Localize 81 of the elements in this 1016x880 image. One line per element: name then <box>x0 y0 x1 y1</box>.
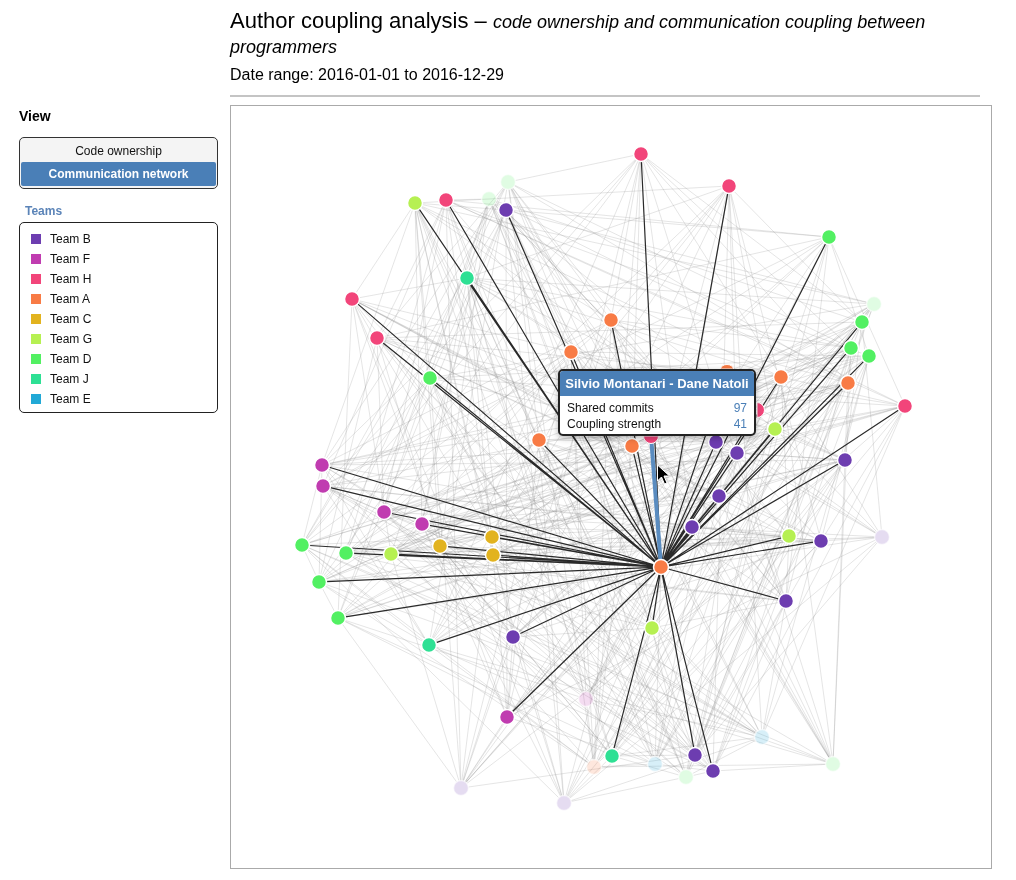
author-node <box>602 311 620 329</box>
tooltip-label: Shared commits <box>567 400 654 417</box>
author-node <box>406 194 424 212</box>
author-node <box>643 619 661 637</box>
team-label: Team C <box>50 312 92 326</box>
author-node <box>483 528 501 546</box>
faded-author-node <box>452 779 470 797</box>
author-node <box>431 537 449 555</box>
author-node <box>413 515 431 533</box>
faded-author-node <box>585 758 603 776</box>
team-label: Team A <box>50 292 91 306</box>
tooltip-title: Silvio Montanari - Dane Natoli <box>560 371 754 396</box>
author-node <box>375 503 393 521</box>
author-node <box>314 477 332 495</box>
author-node <box>853 313 871 331</box>
author-node <box>329 609 347 627</box>
team-label: Team D <box>50 352 92 366</box>
author-node <box>484 546 502 564</box>
author-node <box>839 374 857 392</box>
cursor-icon <box>657 464 670 485</box>
author-node <box>421 369 439 387</box>
author-node <box>632 145 650 163</box>
faded-author-node <box>824 755 842 773</box>
team-label: Team H <box>50 272 92 286</box>
author-node <box>562 343 580 361</box>
author-node <box>437 191 455 209</box>
author-node <box>683 518 701 536</box>
author-node <box>313 456 331 474</box>
author-node <box>343 290 361 308</box>
author-node <box>603 747 621 765</box>
tooltip-value: 97 <box>733 400 747 417</box>
author-node <box>458 269 476 287</box>
author-node <box>812 532 830 550</box>
author-node <box>772 368 790 386</box>
teams-heading: Teams <box>25 203 63 219</box>
faded-author-node <box>677 768 695 786</box>
author-node <box>836 451 854 469</box>
author-node <box>623 437 641 455</box>
author-node <box>504 628 522 646</box>
author-node <box>382 545 400 563</box>
team-label: Team F <box>50 252 90 266</box>
faded-author-node <box>577 690 595 708</box>
author-node <box>704 762 722 780</box>
author-node <box>652 558 670 576</box>
author-node <box>842 339 860 357</box>
team-label: Team B <box>50 232 91 246</box>
faded-author-node <box>480 190 498 208</box>
faded-author-node <box>873 528 891 546</box>
view-heading: View <box>19 107 51 125</box>
faded-author-node <box>865 295 883 313</box>
author-node <box>777 592 795 610</box>
author-node <box>310 573 328 591</box>
team-label: Team E <box>50 392 91 406</box>
author-node <box>337 544 355 562</box>
view-option[interactable]: Communication network <box>21 162 216 186</box>
author-node <box>710 487 728 505</box>
author-node <box>728 444 746 462</box>
faded-author-node <box>646 755 664 773</box>
author-node <box>498 708 516 726</box>
date-range: Date range: 2016-01-01 to 2016-12-29 <box>230 66 504 84</box>
view-option[interactable]: Code ownership <box>21 140 216 162</box>
team-label: Team G <box>50 332 92 346</box>
faded-author-node <box>555 794 573 812</box>
author-node <box>766 420 784 438</box>
faded-author-node <box>753 728 771 746</box>
author-node <box>896 397 914 415</box>
faded-author-node <box>499 173 517 191</box>
author-node <box>293 536 311 554</box>
author-node <box>860 347 878 365</box>
author-node <box>497 201 515 219</box>
author-node <box>820 228 838 246</box>
tooltip-label: Coupling strength <box>567 416 662 433</box>
tooltip-value: 41 <box>733 416 747 433</box>
page-title: Author coupling analysis – code ownership and communication coupling between programmers <box>230 8 927 58</box>
author-node <box>686 746 704 764</box>
author-node <box>420 636 438 654</box>
author-node <box>780 527 798 545</box>
team-label: Team J <box>50 372 89 386</box>
author-node <box>720 177 738 195</box>
author-node <box>368 329 386 347</box>
author-node <box>530 431 548 449</box>
